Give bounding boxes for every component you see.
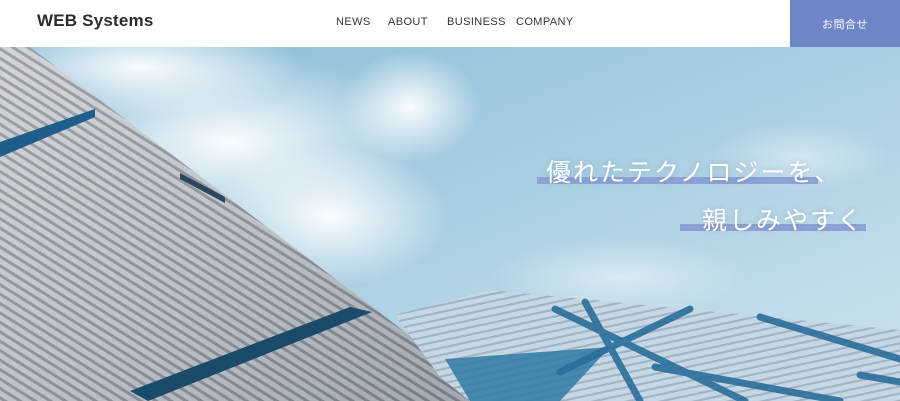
contact-button[interactable]: お問合せ [790,0,900,47]
nav-business[interactable]: BUSINESS [447,16,506,28]
nav-company[interactable]: COMPANY [516,16,574,28]
hero-tagline-line1: 優れたテクノロジーを、 [546,159,842,187]
nav-about[interactable]: ABOUT [388,16,428,28]
nav-news[interactable]: NEWS [336,16,371,28]
hero-tagline-line2: 親しみやすく [702,207,865,235]
site-logo[interactable]: WEB Systems [37,11,154,31]
site-header: WEB Systems NEWS ABOUT BUSINESS COMPANY … [0,0,900,47]
hero-section: 優れたテクノロジーを、 親しみやすく [0,47,900,401]
